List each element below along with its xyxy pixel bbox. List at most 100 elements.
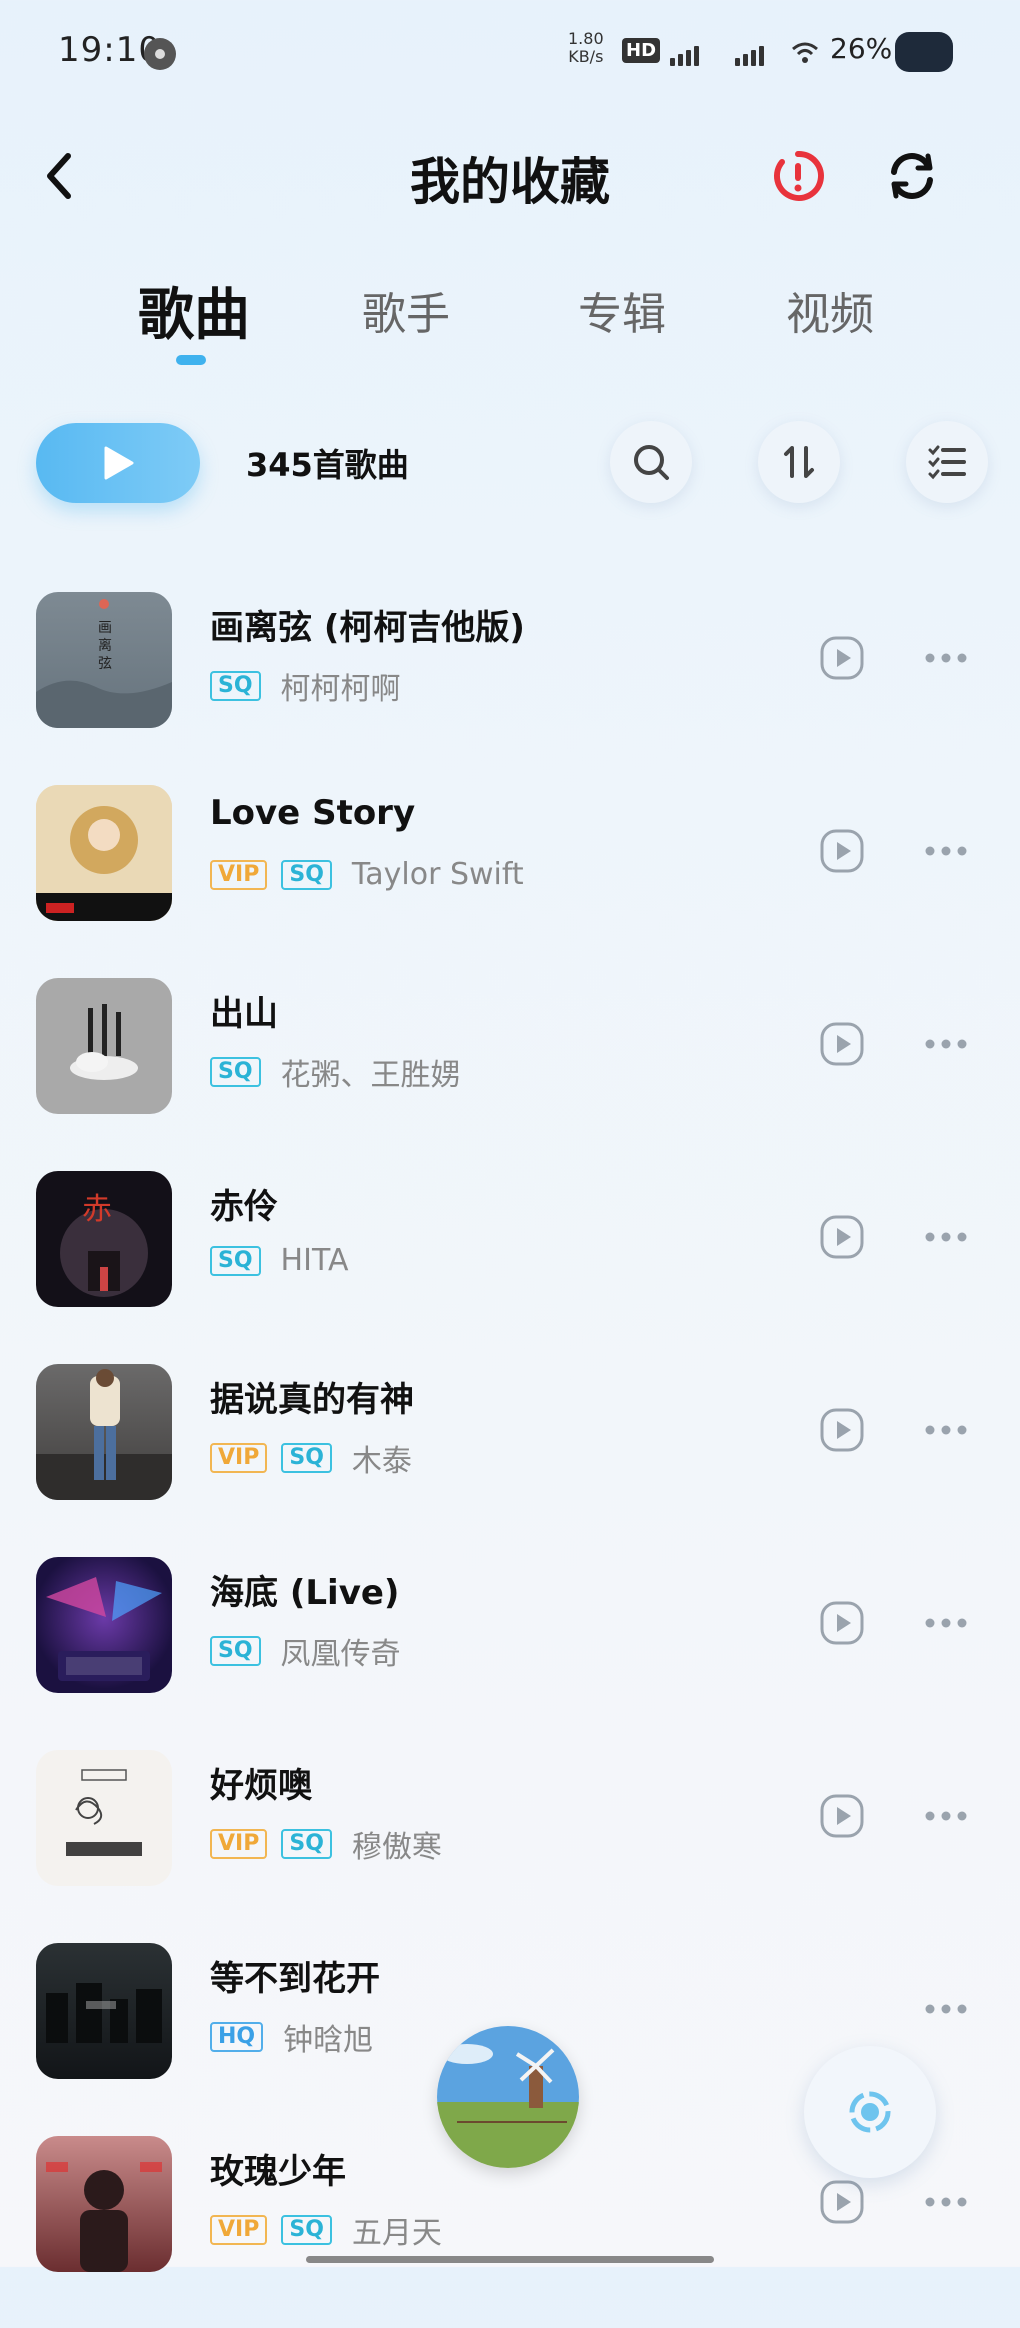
artist-name: 钟晗旭 (283, 2023, 374, 2058)
more-icon[interactable] (924, 845, 968, 857)
song-title: 赤伶 (210, 1187, 278, 1227)
list-item[interactable]: 据说真的有神 VIP SQ 木泰 (0, 1364, 1020, 1556)
checklist-icon (928, 445, 966, 480)
page-title: 我的收藏 (410, 153, 610, 211)
artist-name: HITA (280, 1243, 349, 1278)
play-video-icon[interactable] (820, 1408, 864, 1452)
play-video-icon[interactable] (820, 1022, 864, 1066)
play-video-icon[interactable] (820, 1215, 864, 1259)
song-title: 画离弦 (柯柯吉他版) (210, 608, 525, 648)
album-cover (36, 2136, 172, 2272)
tab-videos[interactable]: 视频 (786, 278, 874, 342)
battery-icon (895, 32, 953, 72)
play-icon (104, 446, 134, 480)
locate-icon (849, 2091, 891, 2133)
song-title: 据说真的有神 (210, 1380, 414, 1420)
tab-singers[interactable]: 歌手 (362, 278, 450, 342)
signal-icon (670, 40, 699, 68)
sq-badge: SQ (281, 1443, 332, 1473)
sq-badge: SQ (281, 2215, 332, 2245)
song-meta: HQ 钟晗旭 (210, 2015, 373, 2059)
song-meta: SQ 柯柯柯啊 (210, 664, 401, 708)
tab-songs[interactable]: 歌曲 (138, 270, 250, 351)
vip-badge: VIP (210, 1829, 268, 1859)
svg-text:离: 离 (98, 637, 112, 654)
list-item[interactable]: Love Story VIP SQ Taylor Swift (0, 785, 1020, 977)
sync-button[interactable] (884, 148, 940, 204)
list-item[interactable]: 赤 赤伶 SQ HITA (0, 1171, 1020, 1363)
more-icon[interactable] (924, 1424, 968, 1436)
album-cover (36, 1364, 172, 1500)
alert-icon (773, 150, 824, 201)
album-cover: 赤 (36, 1171, 172, 1307)
more-icon[interactable] (924, 1617, 968, 1629)
list-item[interactable]: 好烦噢 VIP SQ 穆傲寒 (0, 1750, 1020, 1942)
list-item[interactable]: 画离弦 画离弦 (柯柯吉他版) SQ 柯柯柯啊 (0, 592, 1020, 784)
album-cover (36, 1750, 172, 1886)
play-all-button[interactable] (36, 423, 200, 503)
artist-name: 五月天 (351, 2216, 442, 2251)
more-icon[interactable] (924, 1810, 968, 1822)
battery-level: 26% (830, 32, 893, 65)
network-speed-unit: KB/s (568, 47, 604, 66)
svg-text:赤: 赤 (82, 1192, 112, 1227)
song-meta: VIP SQ 穆傲寒 (210, 1822, 442, 1866)
sq-badge: SQ (281, 859, 332, 890)
album-cover: 画离弦 (36, 592, 172, 728)
sort-button[interactable] (758, 421, 840, 503)
svg-text:画: 画 (98, 620, 112, 636)
play-video-icon[interactable] (820, 829, 864, 873)
tab-albums[interactable]: 专辑 (578, 278, 666, 342)
search-button[interactable] (610, 421, 692, 503)
song-title: 等不到花开 (210, 1959, 380, 1999)
locate-current-button[interactable] (804, 2046, 936, 2178)
play-video-icon[interactable] (820, 1794, 864, 1838)
list-item[interactable]: 海底 (Live) SQ 凤凰传奇 (0, 1557, 1020, 1749)
sort-icon (784, 446, 814, 478)
song-meta: VIP SQ 五月天 (210, 2208, 442, 2252)
song-meta: VIP SQ 木泰 (210, 1436, 412, 1480)
more-icon[interactable] (924, 2003, 968, 2015)
list-item[interactable]: 出山 SQ 花粥、王胜娚 (0, 978, 1020, 1170)
sq-badge: SQ (210, 1245, 261, 1276)
album-cover (36, 1557, 172, 1693)
song-title: Love Story (210, 793, 416, 833)
more-icon[interactable] (924, 2196, 968, 2208)
song-title: 出山 (210, 994, 278, 1034)
more-icon[interactable] (924, 1231, 968, 1243)
vip-badge: VIP (210, 859, 268, 890)
song-title: 玫瑰少年 (210, 2152, 346, 2192)
artist-name: Taylor Swift (351, 857, 524, 892)
sync-icon (891, 153, 933, 199)
more-icon[interactable] (924, 652, 968, 664)
song-meta: SQ HITA (210, 1243, 348, 1278)
more-icon[interactable] (924, 1038, 968, 1050)
hq-badge: HQ (210, 2022, 264, 2052)
sq-badge: SQ (210, 1636, 261, 1666)
sq-badge: SQ (281, 1829, 332, 1859)
network-speed: 1.80 KB/s (568, 30, 604, 66)
now-playing-cover[interactable] (437, 2026, 579, 2168)
vip-badge: VIP (210, 1443, 268, 1473)
song-meta: VIP SQ Taylor Swift (210, 857, 524, 892)
search-icon (634, 445, 669, 480)
song-list: 画离弦 画离弦 (柯柯吉他版) SQ 柯柯柯啊 Love Story VIP S… (0, 592, 1020, 2272)
svg-text:弦: 弦 (98, 656, 112, 672)
artist-name: 穆傲寒 (351, 1830, 442, 1865)
tab-indicator (176, 355, 206, 365)
recording-icon (144, 38, 176, 70)
network-speed-value: 1.80 (568, 29, 604, 48)
artist-name: 花粥、王胜娚 (280, 1058, 461, 1093)
album-cover (36, 1943, 172, 2079)
alert-button[interactable] (770, 148, 826, 204)
album-cover (36, 978, 172, 1114)
wifi-icon (790, 38, 820, 72)
multi-select-button[interactable] (906, 421, 988, 503)
play-video-icon[interactable] (820, 2180, 864, 2224)
sq-badge: SQ (210, 1057, 261, 1087)
play-video-icon[interactable] (820, 636, 864, 680)
song-title: 好烦噢 (210, 1766, 312, 1806)
home-indicator[interactable] (306, 2256, 714, 2263)
tab-bar: 歌曲 歌手 专辑 视频 (0, 270, 1020, 380)
play-video-icon[interactable] (820, 1601, 864, 1645)
